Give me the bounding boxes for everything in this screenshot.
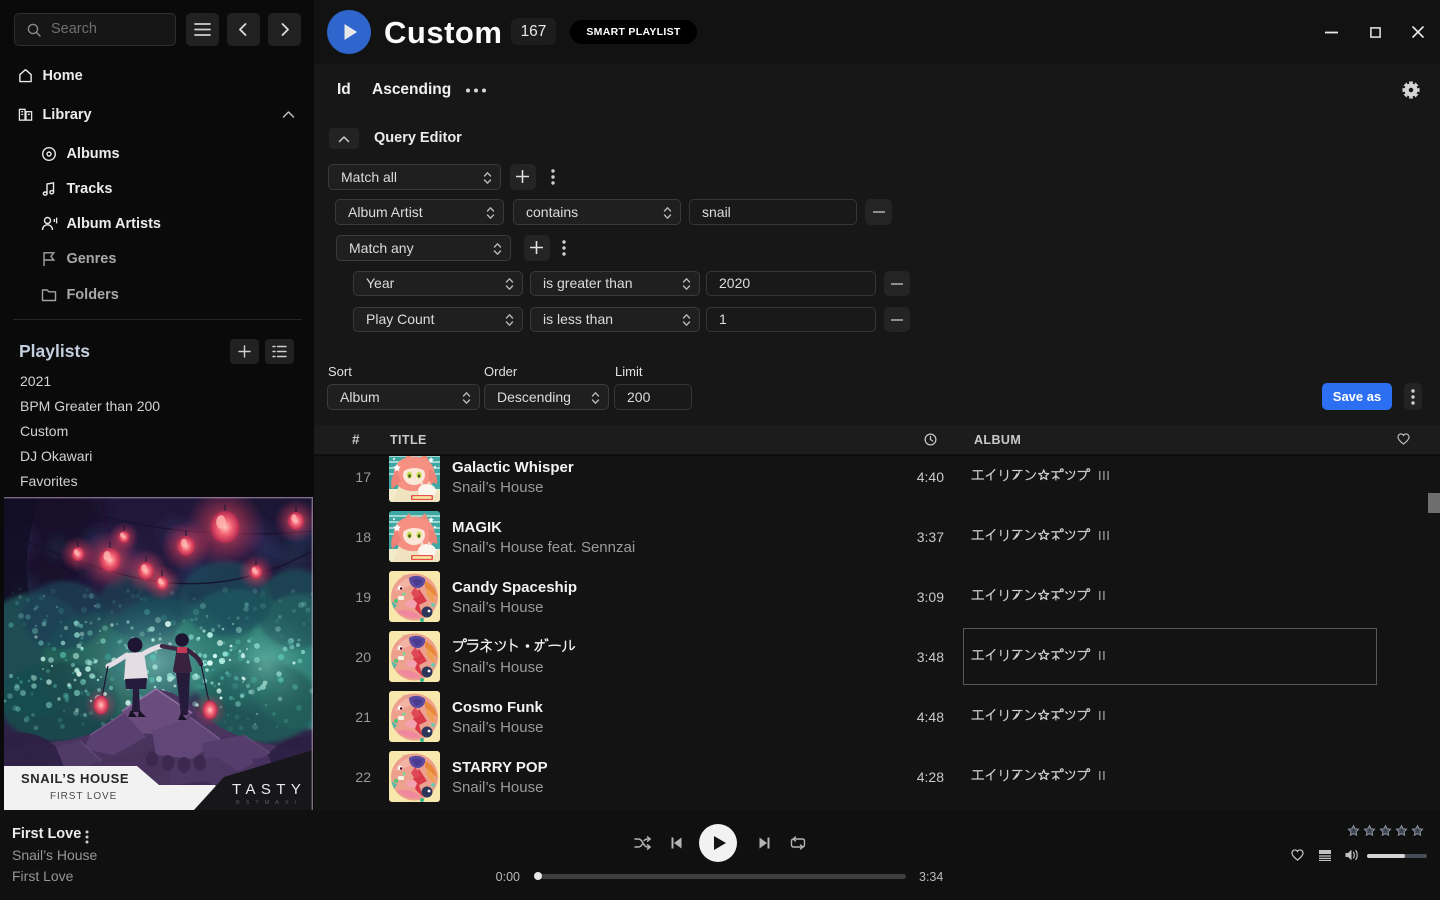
svg-text:FIRST LOVE: FIRST LOVE (50, 791, 117, 802)
svg-text:BSTMAXI: BSTMAXI (236, 800, 302, 806)
svg-text:SNAIL’S HOUSE: SNAIL’S HOUSE (21, 771, 129, 786)
svg-text:TASTY: TASTY (232, 781, 306, 798)
